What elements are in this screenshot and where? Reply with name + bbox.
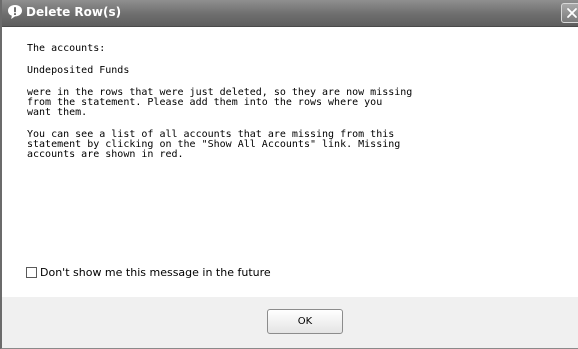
- message-body: The accounts: Undeposited Funds were in …: [27, 44, 567, 170]
- message-paragraph-missing: You can see a list of all accounts that …: [27, 129, 401, 160]
- dialog-title: Delete Row(s): [26, 5, 122, 19]
- dialog-footer: OK: [2, 297, 578, 348]
- message-paragraph-deleted: were in the rows that were just deleted,…: [27, 87, 413, 118]
- ok-button[interactable]: OK: [267, 309, 343, 334]
- delete-rows-dialog: Delete Row(s) The accounts: Undeposited …: [0, 0, 578, 349]
- dont-show-again-checkbox[interactable]: Don't show me this message in the future: [26, 265, 271, 279]
- title-bar[interactable]: Delete Row(s): [2, 0, 578, 27]
- checkbox-label: Don't show me this message in the future: [40, 265, 271, 279]
- account-name: Undeposited Funds: [27, 65, 130, 76]
- info-bubble-icon: [7, 4, 23, 20]
- message-intro: The accounts:: [27, 43, 106, 54]
- checkbox-box[interactable]: [26, 266, 37, 278]
- close-button[interactable]: [561, 3, 578, 23]
- close-icon: [567, 8, 577, 18]
